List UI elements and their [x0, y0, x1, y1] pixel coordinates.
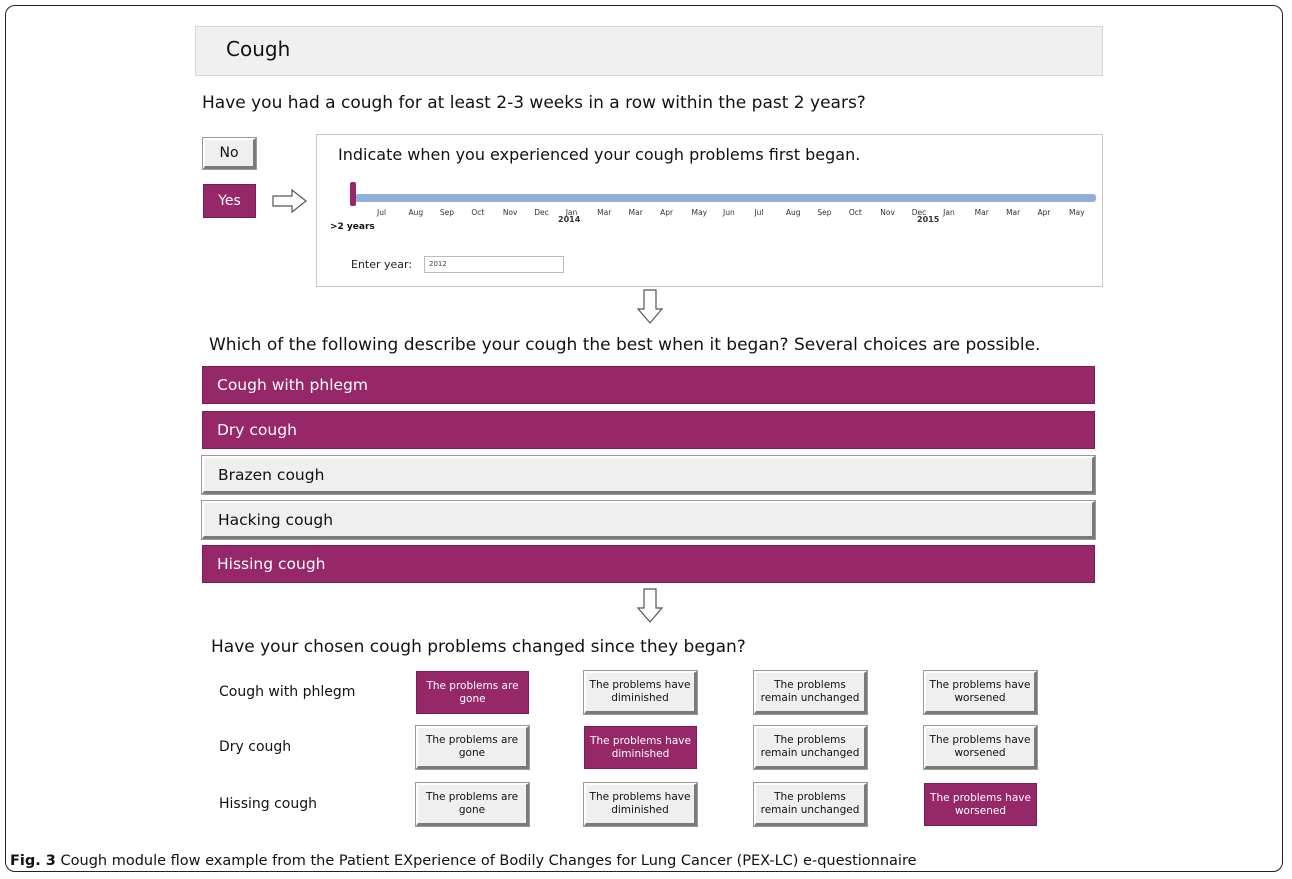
timeline-month-label: Oct: [471, 208, 485, 217]
module-title: Cough: [226, 37, 291, 61]
timeline-start-label: >2 years: [330, 222, 375, 232]
enter-year-input[interactable]: 2012: [424, 256, 564, 273]
year-2015-label: 2015: [917, 215, 940, 224]
timeline-month-label: Aug: [785, 208, 801, 217]
timeline-month-label: May: [1069, 208, 1085, 217]
enter-year-label: Enter year:: [351, 258, 413, 271]
timeline-marker[interactable]: [350, 182, 356, 206]
timeline-month-label: Jul: [754, 208, 764, 217]
caption-text: Cough module flow example from the Patie…: [55, 853, 917, 869]
timeline-month-label: Apr: [1037, 208, 1051, 217]
no-button[interactable]: No: [203, 138, 256, 169]
arrow-right-icon: [272, 188, 307, 214]
timeline-month-label: Jun: [723, 208, 735, 217]
timeline-month-label: Sep: [439, 208, 455, 217]
change-choice-button[interactable]: The problems are gone: [416, 671, 529, 714]
timeline-month-label: Apr: [660, 208, 674, 217]
change-choice-button[interactable]: The problems have diminished: [584, 726, 697, 769]
timeline-month-label: Dec: [534, 208, 549, 217]
matrix-row-label: Dry cough: [219, 739, 292, 755]
arrow-down-icon: [636, 289, 664, 324]
change-choice-button[interactable]: The problems have diminished: [584, 671, 697, 714]
yes-button[interactable]: Yes: [203, 184, 256, 218]
question-2-text: Which of the following describe your cou…: [209, 335, 1041, 355]
timeline-month-label: Mar: [974, 208, 989, 217]
timeline-month-label: May: [691, 208, 708, 217]
change-choice-button[interactable]: The problems are gone: [416, 783, 529, 826]
matrix-row-label: Hissing cough: [219, 796, 317, 812]
question-1-text: Have you had a cough for at least 2-3 we…: [202, 93, 866, 113]
cough-option[interactable]: Hacking cough: [202, 501, 1095, 539]
cough-option[interactable]: Cough with phlegm: [202, 366, 1095, 404]
timeline-month-label: Mar: [597, 208, 612, 217]
change-choice-button[interactable]: The problems have diminished: [584, 783, 697, 826]
timeline-prompt: Indicate when you experienced your cough…: [338, 145, 861, 164]
question-3-text: Have your chosen cough problems changed …: [211, 637, 746, 657]
year-2014-label: 2014: [558, 215, 581, 224]
timeline-month-label: Aug: [408, 208, 424, 217]
change-choice-button[interactable]: The problems have worsened: [924, 783, 1037, 826]
module-header: Cough: [195, 26, 1103, 76]
timeline-month-label: Nov: [880, 208, 895, 217]
change-choice-button[interactable]: The problems remain unchanged: [754, 671, 867, 714]
figure-number: Fig. 3: [10, 853, 56, 869]
figure-caption: Fig. 3 Cough module flow example from th…: [10, 853, 917, 869]
timeline-month-label: Sep: [817, 208, 832, 217]
matrix-row-label: Cough with phlegm: [219, 684, 356, 700]
change-choice-button[interactable]: The problems are gone: [416, 726, 529, 769]
timeline-track[interactable]: [355, 194, 1096, 202]
cough-option[interactable]: Brazen cough: [202, 456, 1095, 494]
arrow-down-icon: [636, 588, 664, 623]
timeline-month-label: Mar: [1006, 208, 1021, 217]
change-choice-button[interactable]: The problems have worsened: [924, 671, 1037, 714]
timeline-month-label: Jan: [943, 208, 955, 217]
timeline-month-label: Nov: [502, 208, 518, 217]
change-choice-button[interactable]: The problems have worsened: [924, 726, 1037, 769]
timeline-month-label: Mar: [628, 208, 643, 217]
change-choice-button[interactable]: The problems remain unchanged: [754, 726, 867, 769]
change-choice-button[interactable]: The problems remain unchanged: [754, 783, 867, 826]
timeline-month-label: Oct: [848, 208, 862, 217]
timeline-month-label: Jul: [377, 208, 387, 217]
cough-option[interactable]: Hissing cough: [202, 545, 1095, 583]
cough-option[interactable]: Dry cough: [202, 411, 1095, 449]
